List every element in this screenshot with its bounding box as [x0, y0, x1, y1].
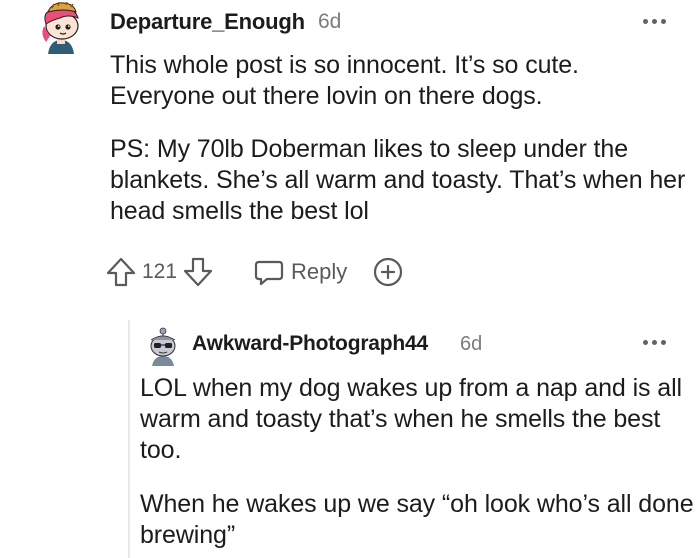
comment-paragraph: LOL when my dog wakes up from a nap and …	[140, 374, 682, 464]
comment-paragraph: When he wakes up we say “oh look who’s a…	[140, 490, 694, 549]
comment-paragraph: PS: My 70lb Doberman likes to sleep unde…	[110, 135, 686, 225]
comment-paragraph: This whole post is so innocent. It’s so …	[110, 51, 579, 110]
comment-author[interactable]: Departure_Enough	[110, 9, 305, 35]
speech-bubble-icon	[254, 260, 284, 286]
comment-age: 6d	[318, 10, 342, 33]
more-options-icon[interactable]	[643, 340, 666, 345]
comment-age: 6d	[460, 333, 483, 355]
comment-actions: 121 Reply	[104, 254, 405, 290]
comment: Departure_Enough 6d This whole post is s…	[0, 0, 700, 300]
upvote-arrow-icon[interactable]	[104, 255, 138, 289]
reply-button[interactable]: Reply	[253, 256, 347, 288]
plus-award-icon[interactable]	[371, 255, 405, 289]
user-avatar[interactable]	[146, 326, 180, 366]
comment-author[interactable]: Awkward-Photograph44	[192, 332, 428, 356]
downvote-arrow-icon[interactable]	[181, 255, 215, 289]
vote-score: 121	[142, 260, 178, 283]
snoo-avatar-icon	[150, 327, 176, 366]
more-options-icon[interactable]	[643, 19, 666, 24]
user-avatar[interactable]	[38, 1, 84, 54]
reply-label: Reply	[291, 259, 348, 284]
snoo-avatar-icon	[42, 1, 79, 54]
